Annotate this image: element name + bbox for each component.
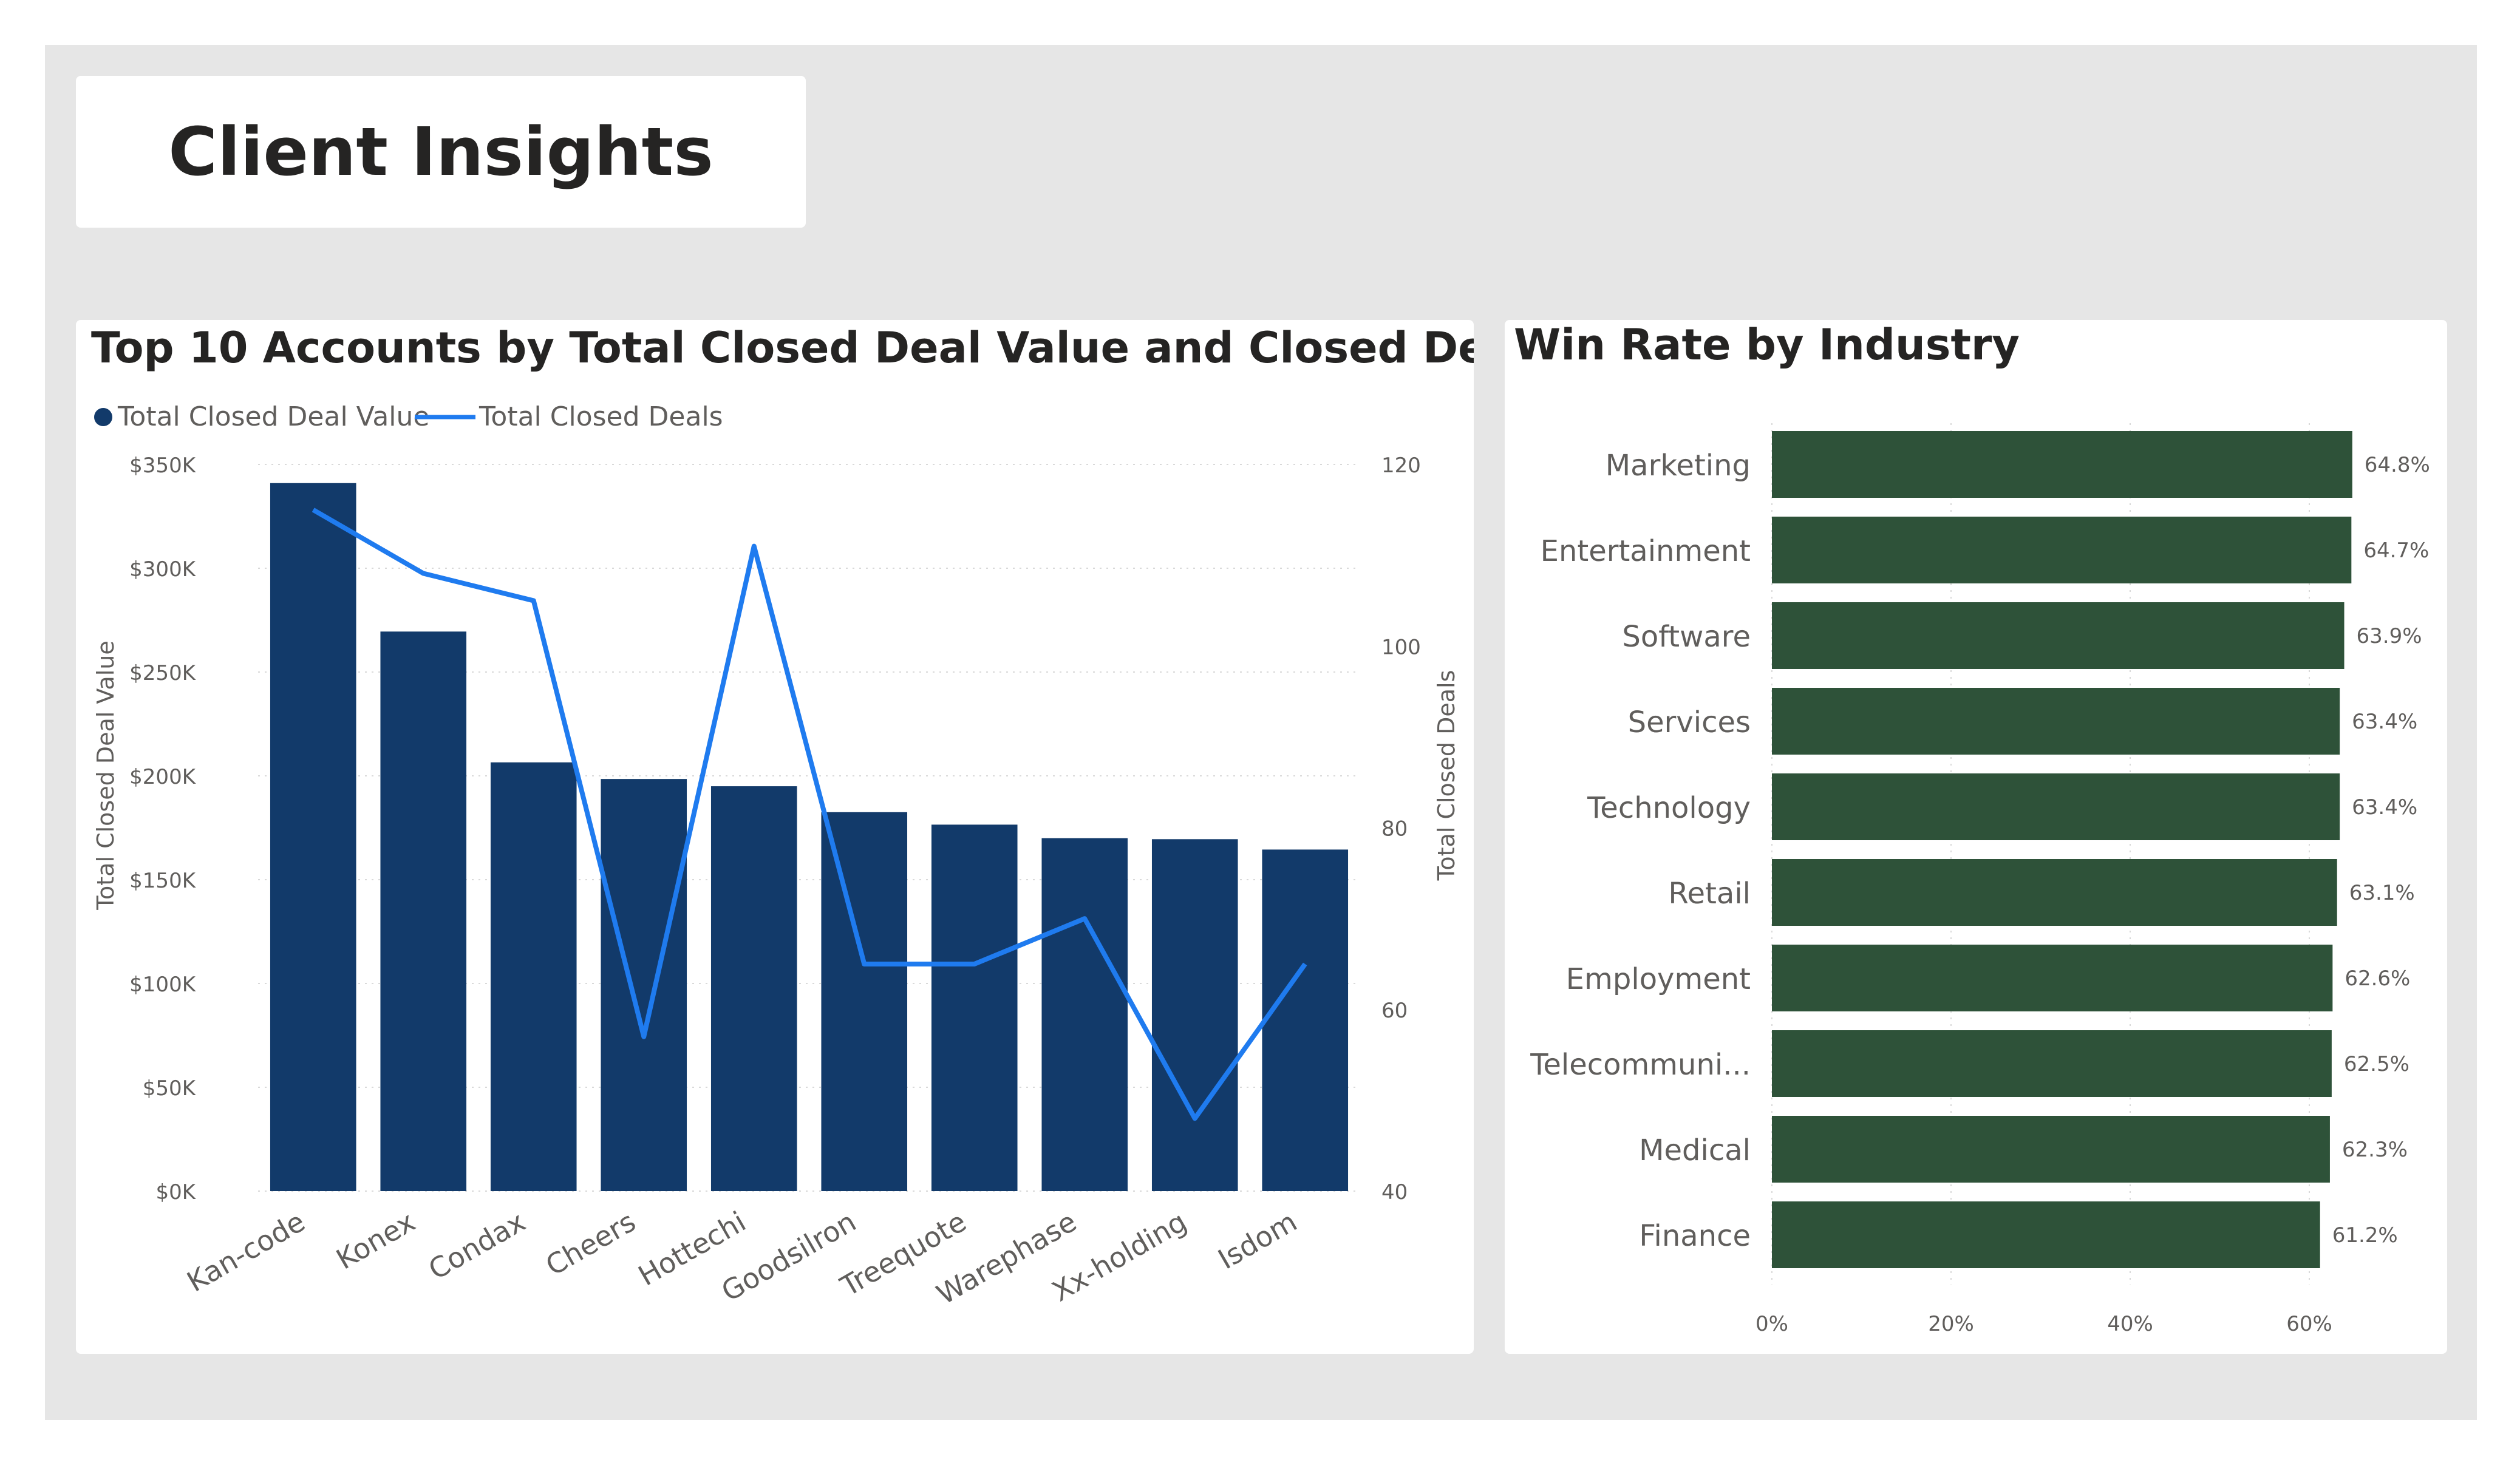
data-label: 63.1% (2349, 881, 2415, 905)
bar-retail (1772, 859, 2337, 926)
x-tick-label: 20% (1928, 1312, 1974, 1336)
category-label: Telecommuni... (1530, 1048, 1751, 1082)
category-label: Entertainment (1541, 534, 1751, 568)
bar-cheers (601, 779, 687, 1191)
bar-finance (1772, 1201, 2320, 1268)
bar-software (1772, 602, 2345, 669)
y2-axis-title: Total Closed Deals (1433, 670, 1460, 881)
x-tick-label: Isdom (1213, 1205, 1303, 1276)
bar-hottechi (710, 786, 797, 1191)
x-tick-label: 40% (2107, 1312, 2153, 1336)
bar-xx-holding (1151, 839, 1238, 1191)
y2-tick-label: 80 (1381, 817, 1408, 841)
data-label: 64.8% (2365, 453, 2430, 477)
data-label: 64.7% (2363, 538, 2429, 563)
legend-marker-bar (94, 408, 112, 426)
bar-treequote (931, 824, 1018, 1191)
category-label: Finance (1639, 1219, 1751, 1253)
y2-tick-label: 60 (1381, 999, 1408, 1023)
legend: Total Closed Deal Value Total Closed Dea… (94, 401, 723, 432)
category-label: Marketing (1606, 449, 1751, 483)
data-label: 62.6% (2345, 966, 2410, 991)
y-axis-title: Total Closed Deal Value (92, 640, 119, 910)
y-tick-label: $50K (143, 1076, 197, 1101)
data-label: 61.2% (2332, 1223, 2398, 1248)
data-label: 63.9% (2357, 624, 2422, 648)
category-label: Employment (1566, 962, 1751, 996)
x-tick-label: Condax (423, 1205, 531, 1286)
y-tick-label: $250K (129, 661, 197, 685)
bar-warephase (1041, 838, 1128, 1191)
category-label: Retail (1668, 877, 1751, 911)
y-tick-label: $350K (129, 453, 197, 478)
y-tick-label: $0K (155, 1180, 196, 1204)
accounts-chart-panel[interactable]: Top 10 Accounts by Total Closed Deal Val… (76, 320, 1556, 1354)
bar-employment (1772, 945, 2333, 1011)
y-tick-label: $300K (129, 557, 197, 582)
data-label: 63.4% (2352, 795, 2417, 820)
bar-medical (1772, 1116, 2330, 1183)
category-label: Services (1628, 705, 1751, 739)
title-card: Client Insights (76, 76, 806, 228)
legend-label-deals: Total Closed Deals (478, 401, 723, 432)
y-tick-label: $100K (129, 973, 197, 997)
accounts-combo-chart: Top 10 Accounts by Total Closed Deal Val… (91, 323, 1556, 1311)
bar-services (1772, 688, 2340, 755)
data-label: 62.5% (2344, 1052, 2409, 1076)
category-label: Software (1622, 620, 1751, 654)
bar-konex (380, 631, 467, 1191)
y-tick-label: $150K (129, 869, 197, 893)
category-label: Technology (1587, 791, 1751, 825)
x-tick-label: 60% (2286, 1312, 2332, 1336)
bar-isdom (1262, 849, 1349, 1191)
y2-tick-label: 120 (1381, 453, 1421, 478)
x-tick-label: Cheers (540, 1205, 641, 1282)
y-tick-label: $200K (129, 765, 197, 789)
x-tick-label: Konex (331, 1205, 421, 1276)
bar-goodsilron (821, 812, 908, 1191)
category-label: Medical (1639, 1133, 1751, 1167)
data-label: 62.3% (2342, 1138, 2408, 1162)
x-tick-label: 0% (1755, 1312, 1788, 1336)
legend-label-value: Total Closed Deal Value (117, 401, 429, 432)
win-rate-bar-chart: Win Rate by Industry 0% 20% 40% 60% Marketin… (1514, 320, 2430, 1336)
bar-telecommuni (1772, 1030, 2332, 1097)
bar-entertainment (1772, 517, 2352, 583)
page-title: Client Insights (168, 113, 713, 191)
bar-technology (1772, 773, 2340, 840)
chart-title: Top 10 Accounts by Total Closed Deal Val… (91, 323, 1474, 373)
y2-tick-label: 100 (1381, 635, 1421, 659)
chart-title: Win Rate by Industry (1514, 320, 2020, 370)
bar-marketing (1772, 431, 2352, 498)
x-tick-label: Kan-code (182, 1205, 311, 1299)
data-label: 63.4% (2352, 710, 2417, 734)
bar-condax (490, 762, 577, 1191)
y2-tick-label: 40 (1381, 1180, 1408, 1204)
industry-chart-panel[interactable]: Win Rate by Industry 0% 20% 40% 60% Marketin… (1505, 320, 2447, 1354)
bar-kan-code (270, 483, 356, 1191)
